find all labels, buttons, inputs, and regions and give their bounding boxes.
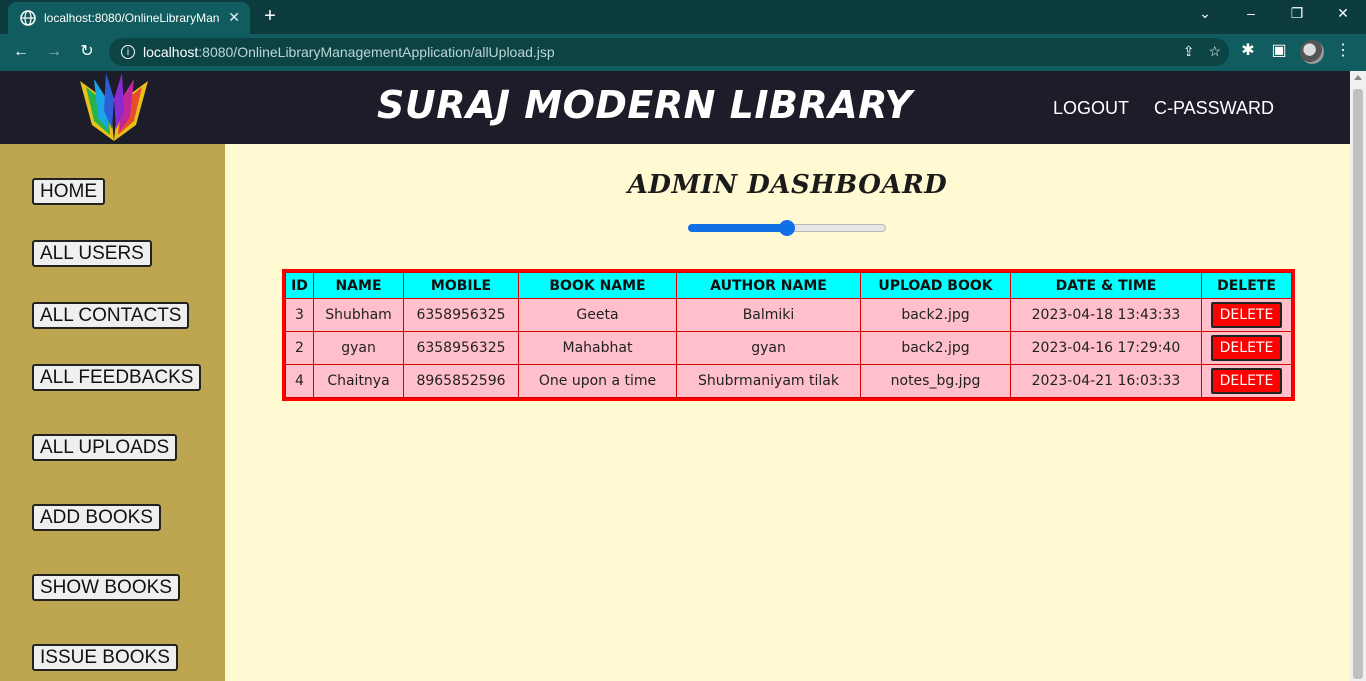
cell-book-name: Geeta — [518, 298, 677, 332]
reload-icon[interactable]: ↻ — [76, 41, 98, 63]
cell-author-name: gyan — [676, 331, 861, 365]
globe-icon — [20, 10, 36, 26]
sidebar-item-all-uploads[interactable]: ALL UPLOADS — [32, 434, 178, 461]
star-icon[interactable]: ☆ — [1208, 43, 1221, 60]
cell-delete: DELETE — [1201, 298, 1292, 332]
back-icon[interactable]: ← — [10, 41, 32, 63]
extensions-icon[interactable]: ✱ — [1237, 40, 1259, 62]
column-header: MOBILE — [403, 272, 519, 299]
sidebar-item-home[interactable]: HOME — [32, 178, 105, 205]
site-title: SURAJ MODERN LIBRARY — [377, 83, 913, 127]
scroll-up-icon[interactable] — [1354, 75, 1362, 80]
cell-mobile: 8965852596 — [403, 364, 519, 398]
cell-upload-book: notes_bg.jpg — [860, 364, 1011, 398]
uploads-table: ID NAME MOBILE BOOK NAME AUTHOR NAME UPL… — [285, 272, 1292, 398]
logout-link[interactable]: LOGOUT — [1053, 98, 1129, 119]
sidebar-item-all-contacts[interactable]: ALL CONTACTS — [32, 302, 190, 329]
cell-name: gyan — [313, 331, 404, 365]
url-path: :8080/OnlineLibraryManagementApplication… — [198, 44, 555, 60]
cell-delete: DELETE — [1201, 364, 1292, 398]
cell-mobile: 6358956325 — [403, 298, 519, 332]
cell-id: 4 — [285, 364, 314, 398]
column-header: DATE & TIME — [1010, 272, 1202, 299]
cell-date-time: 2023-04-16 17:29:40 — [1010, 331, 1202, 365]
chevron-down-icon[interactable]: ⌄ — [1195, 5, 1215, 22]
column-header: NAME — [313, 272, 404, 299]
cell-id: 2 — [285, 331, 314, 365]
delete-button[interactable]: DELETE — [1210, 335, 1283, 361]
cell-date-time: 2023-04-18 13:43:33 — [1010, 298, 1202, 332]
forward-icon[interactable]: → — [43, 41, 65, 63]
cell-delete: DELETE — [1201, 331, 1292, 365]
sidebar: HOME ALL USERS ALL CONTACTS ALL FEEDBACK… — [0, 144, 225, 681]
table-row: 4 Chaitnya 8965852596 One upon a time Sh… — [285, 364, 1292, 398]
cell-name: Shubham — [313, 298, 404, 332]
profile-avatar[interactable] — [1300, 40, 1324, 64]
cell-id: 3 — [285, 298, 314, 332]
sidebar-item-all-feedbacks[interactable]: ALL FEEDBACKS — [32, 364, 202, 391]
book-logo-icon — [80, 73, 148, 141]
cell-upload-book: back2.jpg — [860, 298, 1011, 332]
restore-icon[interactable]: ❐ — [1287, 5, 1307, 22]
sidepanel-icon[interactable]: ▣ — [1268, 40, 1290, 62]
cell-book-name: One upon a time — [518, 364, 677, 398]
browser-toolbar: ← → ↻ i localhost:8080/OnlineLibraryMana… — [0, 34, 1366, 71]
scrollbar-thumb[interactable] — [1353, 89, 1363, 679]
site-header: SURAJ MODERN LIBRARY LOGOUT C-PASSWARD — [0, 71, 1350, 144]
cell-mobile: 6358956325 — [403, 331, 519, 365]
tab-title: localhost:8080/OnlineLibraryMan — [44, 11, 220, 25]
table-row: 2 gyan 6358956325 Mahabhat gyan back2.jp… — [285, 331, 1292, 365]
column-header: UPLOAD BOOK — [860, 272, 1011, 299]
column-header: AUTHOR NAME — [676, 272, 861, 299]
cell-author-name: Balmiki — [676, 298, 861, 332]
sidebar-item-show-books[interactable]: SHOW BOOKS — [32, 574, 180, 601]
cell-date-time: 2023-04-21 16:03:33 — [1010, 364, 1202, 398]
cell-author-name: Shubrmaniyam tilak — [676, 364, 861, 398]
cell-name: Chaitnya — [313, 364, 404, 398]
page-scrollbar[interactable] — [1350, 71, 1366, 681]
share-icon[interactable]: ⇪ — [1183, 43, 1195, 60]
column-header: ID — [285, 272, 314, 299]
cell-book-name: Mahabhat — [518, 331, 677, 365]
browser-tab[interactable]: localhost:8080/OnlineLibraryMan ✕ — [8, 2, 250, 34]
minimize-icon[interactable]: – — [1241, 5, 1261, 21]
info-icon[interactable]: i — [121, 45, 135, 59]
slider-thumb[interactable] — [779, 220, 795, 236]
address-bar[interactable]: i localhost:8080/OnlineLibraryManagement… — [109, 38, 1229, 66]
url-host: localhost — [143, 44, 199, 60]
close-tab-icon[interactable]: ✕ — [228, 9, 240, 26]
close-window-icon[interactable]: ✕ — [1333, 5, 1353, 22]
main-content: ADMIN DASHBOARD ID NAME MOBILE BOOK NAME… — [225, 144, 1350, 681]
uploads-table-frame: ID NAME MOBILE BOOK NAME AUTHOR NAME UPL… — [282, 269, 1295, 401]
delete-button[interactable]: DELETE — [1210, 368, 1283, 394]
sidebar-item-issue-books[interactable]: ISSUE BOOKS — [32, 644, 178, 671]
menu-icon[interactable]: ⋮ — [1332, 40, 1354, 62]
table-header-row: ID NAME MOBILE BOOK NAME AUTHOR NAME UPL… — [285, 272, 1292, 299]
cell-upload-book: back2.jpg — [860, 331, 1011, 365]
column-header: BOOK NAME — [518, 272, 677, 299]
table-row: 3 Shubham 6358956325 Geeta Balmiki back2… — [285, 298, 1292, 332]
sidebar-item-add-books[interactable]: ADD BOOKS — [32, 504, 161, 531]
page-title: ADMIN DASHBOARD — [627, 170, 948, 200]
browser-tabstrip: localhost:8080/OnlineLibraryMan ✕ + ⌄ – … — [0, 0, 1366, 34]
sidebar-item-all-users[interactable]: ALL USERS — [32, 240, 152, 267]
column-header: DELETE — [1201, 272, 1292, 299]
slider-fill — [688, 224, 787, 232]
new-tab-icon[interactable]: + — [260, 5, 280, 28]
delete-button[interactable]: DELETE — [1210, 302, 1283, 328]
range-slider[interactable] — [688, 220, 886, 236]
change-password-link[interactable]: C-PASSWARD — [1154, 98, 1274, 119]
